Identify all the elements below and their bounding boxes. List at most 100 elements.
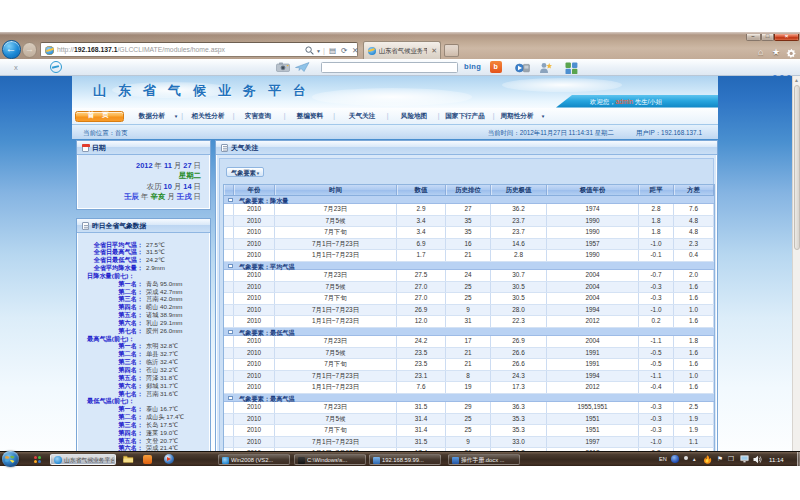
toolbar-person-icon[interactable]	[539, 62, 552, 74]
table-row[interactable]: 20107月下旬23.52126.61991-0.51.6	[224, 359, 714, 371]
refresh-icon[interactable]: ⟳	[341, 46, 347, 55]
nav-item-4[interactable]: 整编资料	[297, 112, 323, 120]
column-header[interactable]: 距平	[639, 185, 674, 195]
taskbar-window-button[interactable]: 操作手册.docx ...	[448, 454, 520, 466]
group-collapse-checkbox[interactable]	[228, 198, 233, 203]
orange-app-icon[interactable]	[143, 455, 152, 464]
table-row[interactable]: 20101月1日~7月23日1.7212.81990-0.10.4	[224, 250, 714, 262]
start-button[interactable]	[2, 451, 19, 468]
table-cell: 35	[446, 227, 491, 238]
address-bar[interactable]: http://192.168.137.1/GLCCLIMATE/modules/…	[40, 42, 358, 57]
table-row[interactable]: 20107月下旬31.42535.31951-0.31.9	[224, 425, 714, 437]
column-header[interactable]: 方差	[674, 185, 714, 195]
table-cell: 2010	[234, 204, 275, 215]
column-header[interactable]: 历史排位	[446, 185, 491, 195]
group-collapse-checkbox[interactable]	[228, 264, 233, 269]
search-icon[interactable]	[305, 46, 314, 55]
favorites-star-icon[interactable]: ★	[772, 47, 780, 57]
taskbar-window-button[interactable]: C:\Windows\s...	[294, 454, 366, 466]
stop-icon[interactable]: ✕	[352, 46, 358, 55]
browser-tab[interactable]: 山东省气候业务平... ✕	[363, 41, 441, 59]
bing-orange-icon[interactable]: b	[490, 61, 502, 73]
network-icon[interactable]	[740, 455, 749, 463]
maximize-button[interactable]: □	[761, 34, 774, 42]
nav-dropdown-caret-icon: ▼	[174, 114, 179, 119]
taskbar-window-button[interactable]: Win2008 (VS2...	[218, 454, 290, 466]
taskbar-active-window[interactable]: 山东省气候业务平台	[50, 454, 116, 466]
column-header[interactable]: 数值	[397, 185, 446, 195]
table-row[interactable]: 20107月5候27.02530.52004-0.31.6	[224, 282, 714, 294]
table-row[interactable]: 20107月23日24.21726.92004-1.11.8	[224, 336, 714, 348]
column-header[interactable]	[224, 185, 234, 195]
table-row[interactable]: 20107月5候23.52126.61991-0.51.6	[224, 348, 714, 360]
table-row[interactable]: 20107月23日2.92736.219742.87.6	[224, 204, 714, 216]
page-scrollbar[interactable]: ▲	[792, 76, 800, 466]
element-filter-button[interactable]: 气象要素▼	[226, 167, 264, 178]
nav-item-6[interactable]: 风险地图	[401, 112, 427, 120]
table-row[interactable]: 20101月1日~7月23日12.03122.320120.21.6	[224, 316, 714, 328]
table-cell: 3.4	[397, 216, 446, 227]
tray-blue-icon[interactable]	[671, 455, 679, 463]
weather-panel-title: 昨日全省气象数据	[92, 222, 146, 230]
new-tab-button[interactable]	[444, 44, 459, 57]
table-row[interactable]: 20107月下旬27.02530.52004-0.31.6	[224, 293, 714, 305]
column-header[interactable]: 极值年份	[547, 185, 639, 195]
action-center-flag-icon[interactable]: ⚑	[717, 455, 723, 463]
nav-item-7[interactable]: 国家下行产品	[445, 112, 485, 120]
volume-icon[interactable]	[753, 455, 762, 464]
taskbar-clock[interactable]: 11:14	[769, 456, 784, 464]
tools-gear-icon[interactable]	[786, 48, 796, 58]
nav-item-5[interactable]: 天气关注	[349, 112, 375, 120]
nav-item-2[interactable]: 相关性分析	[192, 112, 225, 120]
table-cell: 9	[446, 305, 491, 316]
antivirus-flame-icon[interactable]	[703, 455, 712, 464]
table-row[interactable]: 20107月5候31.42535.31951-0.31.9	[224, 414, 714, 426]
back-button[interactable]: ←	[2, 40, 21, 59]
toolbar-camera-icon[interactable]	[276, 62, 290, 72]
address-dropdown-icon[interactable]: ▼	[316, 47, 321, 56]
table-row[interactable]: 20107月下旬3.43523.719901.84.8	[224, 227, 714, 239]
toolbar-close-icon[interactable]: x	[14, 63, 18, 72]
table-cell: 1.6	[674, 359, 714, 370]
bing-logo[interactable]: bing	[464, 62, 481, 72]
toolbar-share-icon[interactable]	[295, 62, 310, 73]
toolbar-apps-icon[interactable]	[565, 62, 578, 74]
column-header[interactable]: 年份	[234, 185, 275, 195]
home-icon[interactable]: ⌂	[758, 47, 763, 57]
nav-item-1[interactable]: 数据分析	[139, 112, 165, 120]
nav-item-3[interactable]: 灾害查询	[245, 112, 271, 120]
language-indicator[interactable]: EN	[659, 455, 667, 463]
taskbar-window-button[interactable]: 192.168.59.99...	[369, 454, 441, 466]
table-row[interactable]: 20101月1日~7月23日7.61917.32012-0.41.6	[224, 382, 714, 394]
toolbar-stop-icon[interactable]	[50, 61, 62, 73]
table-row[interactable]: 20107月5候3.43523.719901.84.8	[224, 216, 714, 228]
column-header[interactable]: 时间	[275, 185, 397, 195]
column-header[interactable]: 历史极值	[491, 185, 547, 195]
folder-icon[interactable]	[123, 454, 134, 464]
table-row[interactable]: 20107月1日~7月23日26.9928.01994-1.01.0	[224, 305, 714, 317]
minimize-button[interactable]: –	[746, 34, 761, 42]
tray-small-icon[interactable]	[684, 456, 688, 460]
table-row[interactable]: 20107月1日~7月23日31.5933.01997-1.01.1	[224, 437, 714, 449]
media-player-icon[interactable]	[164, 454, 174, 464]
group-collapse-checkbox[interactable]	[228, 330, 233, 335]
forward-button[interactable]: →	[22, 42, 38, 58]
table-row[interactable]: 20107月23日27.52430.72004-0.72.0	[224, 270, 714, 282]
show-hidden-icons[interactable]: ▲	[692, 456, 697, 464]
nav-item-8[interactable]: 周期性分析	[501, 112, 534, 120]
compatibility-view-icon[interactable]: ▤	[329, 46, 336, 55]
address-url[interactable]: http://192.168.137.1/GLCCLIMATE/modules/…	[57, 46, 225, 54]
toolbar-mail-icon[interactable]	[515, 62, 530, 74]
scrollbar-up-icon[interactable]: ▲	[794, 77, 799, 83]
table-row[interactable]: 20107月1日~7月23日23.1824.31994-1.11.0	[224, 371, 714, 383]
close-button[interactable]: ×	[774, 34, 799, 42]
table-row[interactable]: 20107月23日31.52936.31955,1951-0.32.5	[224, 402, 714, 414]
nav-item-home[interactable]: 首 页	[75, 111, 124, 122]
scrollbar-thumb[interactable]	[794, 85, 800, 250]
tab-close-icon[interactable]: ✕	[431, 47, 437, 55]
group-collapse-checkbox[interactable]	[228, 396, 233, 401]
table-row[interactable]: 20107月1日~7月23日6.91614.61957-1.02.3	[224, 239, 714, 251]
table-cell: 35.3	[491, 425, 547, 436]
tray-window-icon[interactable]: ❒	[728, 455, 734, 463]
bing-search-input[interactable]	[321, 62, 458, 74]
